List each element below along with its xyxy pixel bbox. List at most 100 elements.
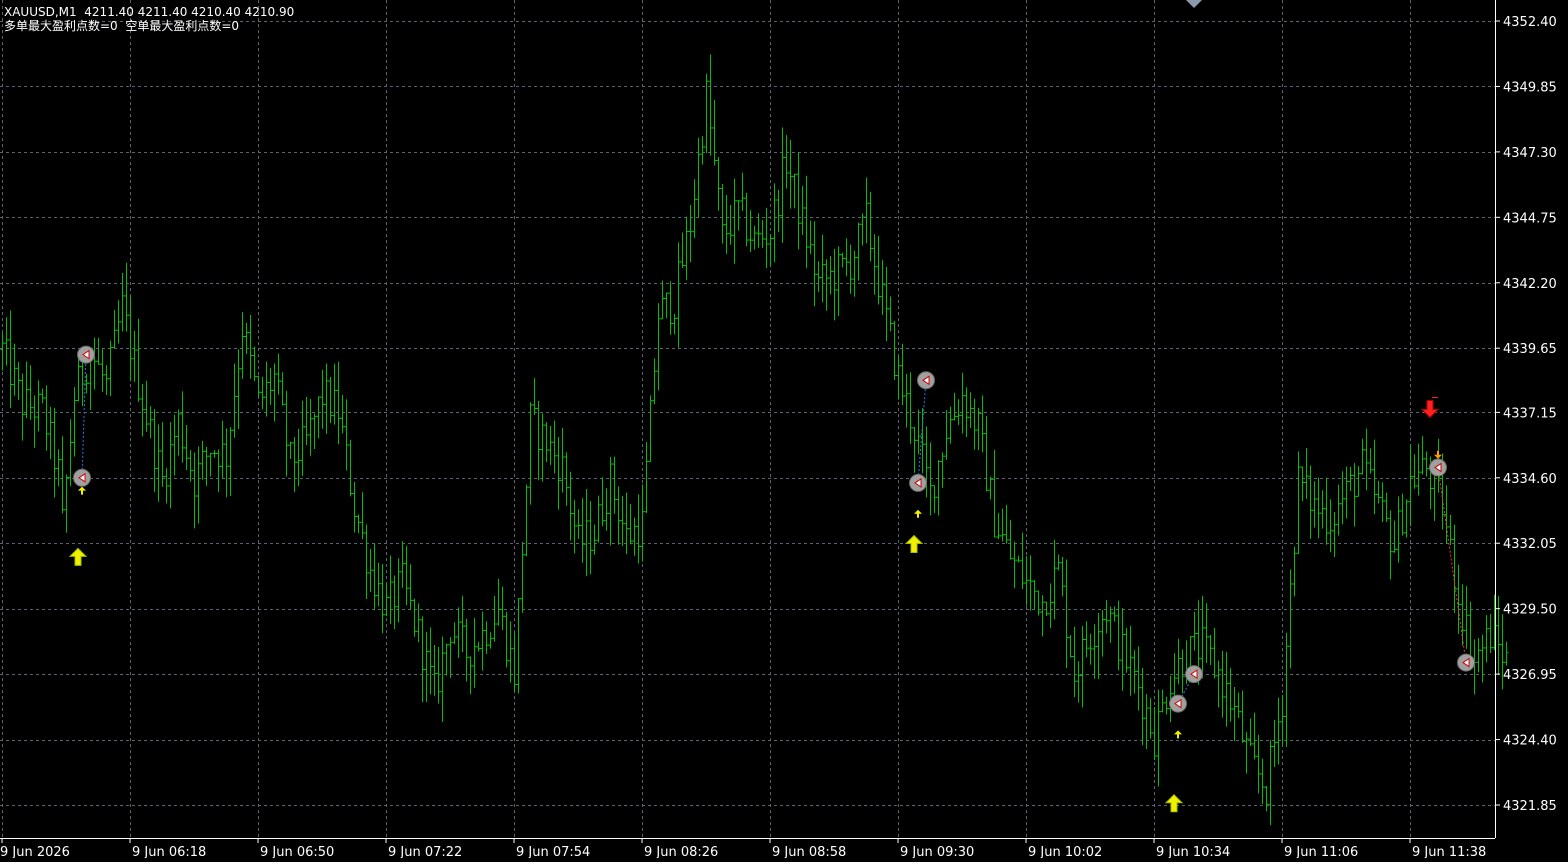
- ohlc-bar: [1420, 436, 1425, 475]
- trade-open-marker: [909, 473, 927, 492]
- ohlc-bar: [752, 225, 757, 250]
- ohlc-bar: [1240, 690, 1245, 743]
- ohlc-bar: [984, 416, 989, 492]
- ohlc-bar: [56, 449, 61, 487]
- ohlc-bar: [208, 452, 213, 477]
- ohlc-bar: [1104, 599, 1109, 634]
- ohlc-bar: [476, 641, 481, 652]
- ohlc-bar: [872, 234, 877, 295]
- price-tick-label: 4339.65: [1503, 342, 1557, 357]
- ohlc-bar: [280, 372, 285, 406]
- ohlc-bar: [268, 367, 273, 405]
- ohlc-bar: [220, 420, 225, 479]
- ohlc-bar: [32, 395, 37, 448]
- ohlc-bar: [472, 618, 477, 688]
- ohlc-bar: [1044, 601, 1049, 616]
- ohlc-bar: [440, 636, 445, 722]
- ohlc-bar: [736, 200, 741, 231]
- ohlc-bar: [244, 322, 249, 355]
- ohlc-bar: [848, 244, 853, 294]
- ohlc-bar: [1092, 624, 1097, 679]
- chart-canvas[interactable]: 4352.40 4349.85 4347.30 4344.75 4342.20 4339.…: [0, 0, 1568, 860]
- ohlc-bar: [260, 376, 265, 410]
- ohlc-bar: [304, 396, 309, 446]
- ohlc-bar: [1072, 626, 1077, 697]
- price-tick-label: 4337.15: [1503, 406, 1557, 421]
- time-tick-label: 9 Jun 08:26: [644, 845, 718, 858]
- ohlc-bar: [1032, 580, 1037, 610]
- ohlc-bar: [1132, 650, 1137, 694]
- ohlc-bar: [1192, 611, 1197, 651]
- ohlc-bar: [960, 372, 965, 434]
- time-tick-label: 9 Jun 10:34: [1156, 845, 1230, 858]
- trade-line-sell: [1437, 467, 1467, 663]
- ohlc-bar: [888, 296, 893, 332]
- ohlc-bar: [732, 178, 737, 264]
- ohlc-bar: [520, 542, 525, 613]
- ohlc-bar: [424, 631, 429, 703]
- ohlc-bar: [528, 402, 533, 505]
- ohlc-bar: [108, 340, 113, 397]
- ohlc-bar: [1304, 448, 1309, 499]
- price-tick-label: 4334.60: [1503, 472, 1557, 487]
- ohlc-bar: [396, 558, 401, 623]
- ohlc-bar: [1396, 496, 1401, 563]
- ohlc-bar: [508, 621, 513, 683]
- ohlc-bar: [356, 514, 361, 534]
- ohlc-bar: [744, 192, 749, 247]
- ohlc-bar: [148, 406, 153, 439]
- small-buy-arrow-icon: [1174, 730, 1182, 739]
- ohlc-bar: [308, 398, 313, 456]
- ohlc-bar: [548, 425, 553, 466]
- ohlc-bar: [668, 281, 673, 335]
- ohlc-bar: [588, 501, 593, 575]
- ohlc-bar: [596, 495, 601, 543]
- small-buy-arrow-icon: [78, 486, 86, 495]
- ohlc-bar: [856, 222, 861, 281]
- ohlc-bar: [568, 471, 573, 541]
- time-tick-label: 9 Jun 07:54: [516, 845, 590, 858]
- ohlc-bar: [112, 309, 117, 349]
- trade-open-marker: [1429, 458, 1447, 477]
- ohlc-bar: [320, 369, 325, 429]
- ohlc-bar: [496, 578, 501, 626]
- ohlc-bar: [616, 486, 621, 545]
- ohlc-bar: [1300, 466, 1305, 502]
- ohlc-bar: [1228, 668, 1233, 722]
- ohlc-bar: [648, 395, 653, 462]
- ohlc-bar: [728, 204, 733, 245]
- chart-shift-marker-icon[interactable]: [1186, 0, 1202, 8]
- price-chart[interactable]: 4352.40 4349.85 4347.30 4344.75 4342.20 4339.…: [0, 0, 1568, 860]
- ohlc-bar: [1380, 482, 1385, 523]
- ohlc-bar: [468, 656, 473, 695]
- ohlc-bar: [560, 427, 565, 493]
- ohlc-bar: [444, 643, 449, 676]
- ohlc-bar: [624, 492, 629, 555]
- ohlc-bar: [884, 266, 889, 342]
- ohlc-bar: [576, 509, 581, 539]
- time-tick-label: 9 Jun 06:18: [132, 845, 206, 858]
- ohlc-bar: [580, 498, 585, 563]
- ohlc-bar: [352, 482, 357, 533]
- ohlc-bar: [980, 395, 985, 453]
- ohlc-bar: [992, 449, 997, 538]
- ohlc-bar: [316, 396, 321, 439]
- ohlc-bar: [920, 408, 925, 474]
- ohlc-bar: [660, 280, 665, 320]
- ohlc-bar: [160, 422, 165, 487]
- ohlc-bar: [196, 446, 201, 524]
- ohlc-bar: [680, 232, 685, 269]
- ohlc-bar: [324, 363, 329, 434]
- ohlc-bar: [1052, 539, 1057, 620]
- buy-signal-arrow-icon: [1164, 794, 1184, 813]
- ohlc-bar: [1152, 706, 1157, 761]
- ohlc-bar: [104, 365, 109, 395]
- price-tick-label: 4344.75: [1503, 211, 1557, 226]
- ohlc-bar: [1384, 492, 1389, 522]
- ohlc-bar: [392, 575, 397, 630]
- ohlc-bar: [632, 517, 637, 556]
- ohlc-bar: [448, 637, 453, 678]
- ohlc-bar: [1408, 444, 1413, 527]
- sell-signal-arrow-icon: [1420, 400, 1440, 419]
- ohlc-bar: [832, 248, 837, 321]
